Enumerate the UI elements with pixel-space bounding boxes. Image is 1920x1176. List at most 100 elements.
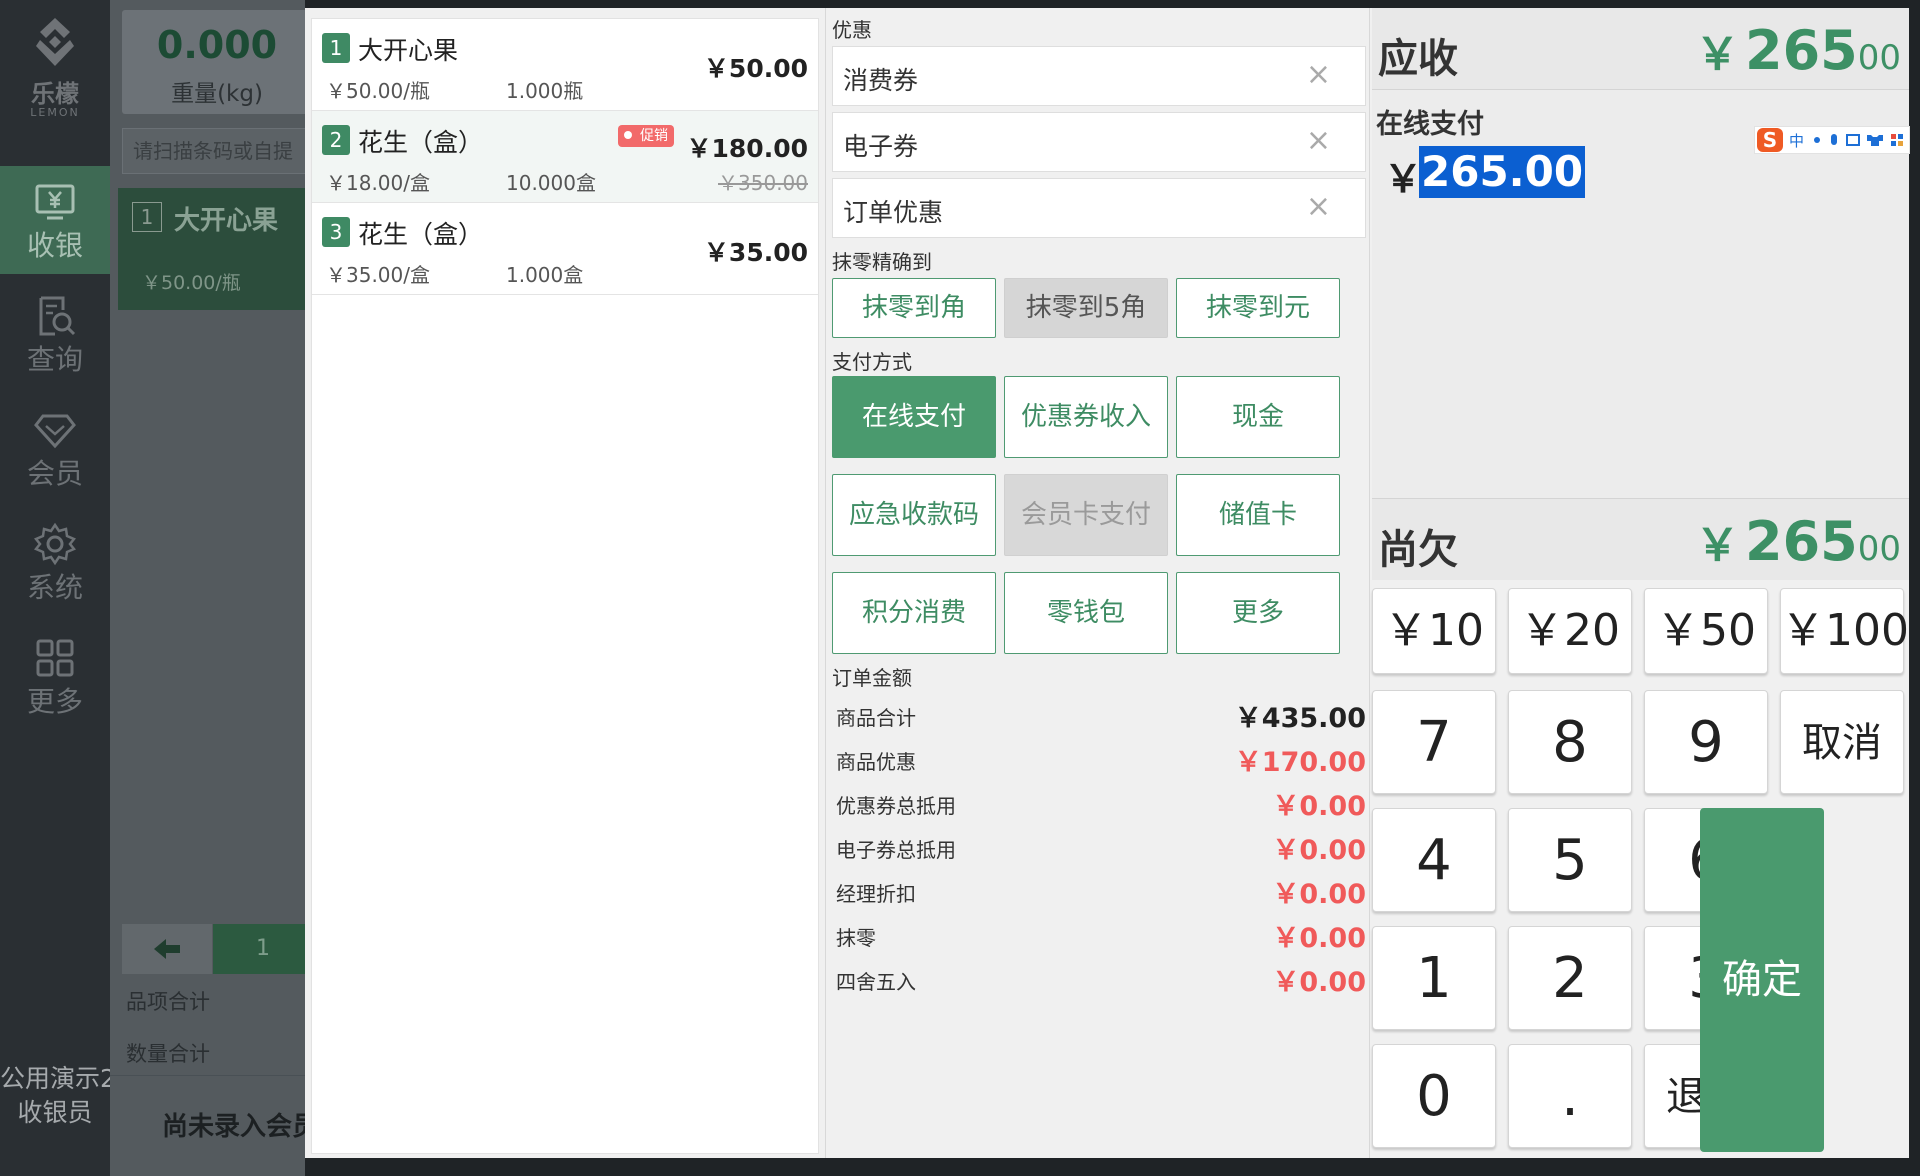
cart-item-unit-price: ￥50.00/瓶 bbox=[326, 79, 430, 103]
search-doc-icon bbox=[39, 296, 76, 336]
key-5-button[interactable]: 5 bbox=[1508, 808, 1632, 912]
currency-symbol: ￥ bbox=[1384, 157, 1423, 201]
currency-symbol: ￥ bbox=[1695, 29, 1740, 80]
cart-item[interactable]: 3 花生（盒） ￥35.00/盒 1.000盒 ￥35.00 bbox=[312, 203, 818, 295]
confirm-button[interactable]: 确定 bbox=[1700, 808, 1824, 1152]
clear-icon[interactable]: × bbox=[1306, 57, 1331, 92]
pay-member-card-button: 会员卡支付 bbox=[1004, 474, 1168, 556]
pay-points-button[interactable]: 积分消费 bbox=[832, 572, 996, 654]
discount-title: 优惠 bbox=[832, 18, 872, 42]
store-name: 公用演示2 bbox=[0, 1064, 110, 1093]
nav-label-more: 更多 bbox=[26, 685, 83, 718]
nav-item-cashier[interactable]: 收银 bbox=[0, 166, 110, 274]
order-row-label: 优惠券总抵用 bbox=[836, 794, 956, 818]
order-row-round-half: 四舍五入 ￥0.00 bbox=[836, 958, 1366, 998]
amount-owed-box: 尚欠 ￥ 26500 bbox=[1372, 498, 1909, 580]
order-row-value: ￥0.00 bbox=[1272, 835, 1366, 866]
logo-sub-text: LEMON bbox=[30, 106, 80, 119]
order-discount-field[interactable]: 订单优惠 × bbox=[832, 178, 1366, 238]
online-payment-box: 在线支付 ￥ 265.00 S 中 bbox=[1372, 90, 1910, 498]
diamond-icon bbox=[34, 414, 76, 449]
order-row-value: ￥0.00 bbox=[1272, 923, 1366, 954]
round-to-jiao-button[interactable]: 抹零到角 bbox=[832, 278, 996, 338]
key-0-button[interactable]: 0 bbox=[1372, 1044, 1496, 1148]
e-coupon-field[interactable]: 电子券 × bbox=[832, 112, 1366, 172]
cart-item-unit-price: ￥18.00/盒 bbox=[326, 171, 430, 195]
order-row-label: 商品优惠 bbox=[836, 750, 916, 774]
quick-amount-20-button[interactable]: ￥20 bbox=[1508, 588, 1632, 674]
key-9-button[interactable]: 9 bbox=[1644, 690, 1768, 794]
product-card[interactable]: 1 大开心果 ￥50.00/瓶 bbox=[118, 188, 308, 310]
nav-item-member[interactable]: 会员 bbox=[0, 394, 110, 502]
cart-item-qty: 1.000盒 bbox=[506, 263, 584, 287]
key-dot-button[interactable]: . bbox=[1508, 1044, 1632, 1148]
order-amount-title: 订单金额 bbox=[832, 666, 912, 690]
background-panel: 0.000 重量(kg) 请扫描条码或自提 1 大开心果 ￥50.00/瓶 1 … bbox=[110, 0, 318, 1176]
cashier-icon bbox=[35, 184, 75, 220]
e-coupon-label: 电子券 bbox=[843, 132, 919, 161]
order-row-label: 抹零 bbox=[836, 926, 876, 950]
arrow-left-icon bbox=[154, 939, 180, 959]
cart-item-index: 3 bbox=[322, 217, 350, 247]
amount-owed-label: 尚欠 bbox=[1378, 527, 1458, 573]
pay-stored-value-button[interactable]: 储值卡 bbox=[1176, 474, 1340, 556]
page-number[interactable]: 1 bbox=[213, 924, 313, 974]
round-to-yuan-button[interactable]: 抹零到元 bbox=[1176, 278, 1340, 338]
order-row-label: 商品合计 bbox=[836, 706, 916, 730]
order-row-value: ￥0.00 bbox=[1272, 791, 1366, 822]
cart-list: 1 大开心果 ￥50.00/瓶 1.000瓶 ￥50.00 2 花生（盒） 促销… bbox=[311, 18, 819, 1154]
cart-item-name: 花生（盒） bbox=[358, 128, 484, 157]
nav-item-query[interactable]: 查询 bbox=[0, 280, 110, 388]
cart-item-amount: ￥35.00 bbox=[703, 238, 808, 267]
amount-dec: 00 bbox=[1857, 529, 1901, 569]
rounding-title: 抹零精确到 bbox=[832, 250, 932, 274]
barcode-input[interactable]: 请扫描条码或自提 bbox=[122, 128, 312, 174]
lemon-logo-icon bbox=[36, 18, 74, 66]
order-row-voucher-total: 优惠券总抵用 ￥0.00 bbox=[836, 782, 1366, 822]
order-row-value: ￥170.00 bbox=[1234, 747, 1366, 778]
back-button[interactable] bbox=[122, 924, 212, 974]
voucher-label: 消费券 bbox=[843, 66, 919, 95]
quick-amount-50-button[interactable]: ￥50 bbox=[1644, 588, 1768, 674]
item-total-label: 品项合计 bbox=[126, 990, 210, 1014]
cancel-button[interactable]: 取消 bbox=[1780, 690, 1904, 794]
pay-emergency-qr-button[interactable]: 应急收款码 bbox=[832, 474, 996, 556]
round-to-half-yuan-button[interactable]: 抹零到5角 bbox=[1004, 278, 1168, 338]
pay-online-button[interactable]: 在线支付 bbox=[832, 376, 996, 458]
cart-item[interactable]: 2 花生（盒） 促销 ￥18.00/盒 10.000盒 ￥180.00 ￥350… bbox=[312, 111, 818, 203]
currency-symbol: ￥ bbox=[1695, 520, 1740, 571]
user-info: 公用演示2 收银员 bbox=[0, 1062, 110, 1130]
brand-logo: 乐檬 LEMON bbox=[0, 14, 110, 119]
key-7-button[interactable]: 7 bbox=[1372, 690, 1496, 794]
quick-amount-100-button[interactable]: ￥100 bbox=[1780, 588, 1909, 674]
order-row-goods-discount: 商品优惠 ￥170.00 bbox=[836, 738, 1366, 778]
pay-cash-button[interactable]: 现金 bbox=[1176, 376, 1340, 458]
pay-coupon-income-button[interactable]: 优惠券收入 bbox=[1004, 376, 1168, 458]
cart-item[interactable]: 1 大开心果 ￥50.00/瓶 1.000瓶 ￥50.00 bbox=[312, 19, 818, 111]
cart-item-name: 大开心果 bbox=[358, 36, 459, 65]
voucher-field[interactable]: 消费券 × bbox=[832, 46, 1366, 106]
cart-item-qty: 1.000瓶 bbox=[506, 79, 584, 103]
pay-wallet-button[interactable]: 零钱包 bbox=[1004, 572, 1168, 654]
product-card-index: 1 bbox=[132, 202, 162, 232]
cart-item-unit-price: ￥35.00/盒 bbox=[326, 263, 430, 287]
ime-toolbar[interactable]: S 中 bbox=[1754, 126, 1910, 154]
cart-item-name: 花生（盒） bbox=[358, 220, 484, 249]
nav-item-more[interactable]: 更多 bbox=[0, 622, 110, 730]
clear-icon[interactable]: × bbox=[1306, 189, 1331, 224]
nav-label-member: 会员 bbox=[26, 457, 83, 490]
amount-due-label: 应收 bbox=[1378, 36, 1458, 82]
weight-display: 0.000 重量(kg) bbox=[122, 10, 312, 114]
key-4-button[interactable]: 4 bbox=[1372, 808, 1496, 912]
nav-label-query: 查询 bbox=[26, 343, 83, 376]
quick-amount-10-button[interactable]: ￥10 bbox=[1372, 588, 1496, 674]
nav-item-system[interactable]: 系统 bbox=[0, 508, 110, 616]
sogou-ime-icon: S bbox=[1757, 128, 1783, 152]
cart-item-amount: ￥50.00 bbox=[703, 54, 808, 83]
clear-icon[interactable]: × bbox=[1306, 123, 1331, 158]
key-2-button[interactable]: 2 bbox=[1508, 926, 1632, 1030]
key-1-button[interactable]: 1 bbox=[1372, 926, 1496, 1030]
online-payment-input[interactable]: 265.00 bbox=[1419, 146, 1586, 198]
pay-more-button[interactable]: 更多 bbox=[1176, 572, 1340, 654]
key-8-button[interactable]: 8 bbox=[1508, 690, 1632, 794]
